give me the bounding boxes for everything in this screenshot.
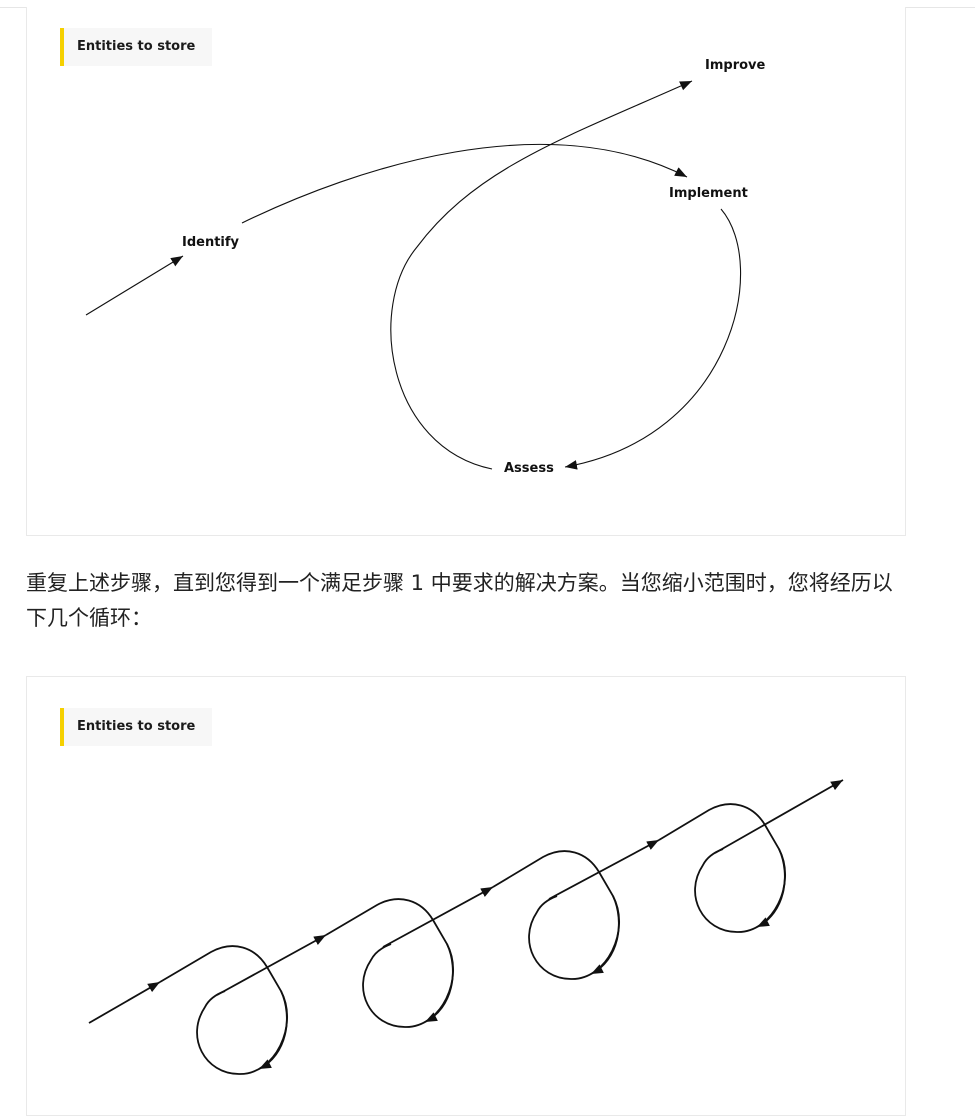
main-arrow-segment-1 bbox=[88, 981, 161, 1024]
loop-3-return bbox=[590, 895, 620, 975]
loop-4-return bbox=[756, 848, 786, 928]
loop-1-return bbox=[258, 990, 288, 1070]
main-arrow-segment-6 bbox=[492, 850, 620, 980]
arrow-implement-to-assess bbox=[564, 208, 742, 470]
label-implement: Implement bbox=[669, 186, 748, 201]
main-arrow-final bbox=[714, 779, 844, 854]
arrow-identify-to-implement bbox=[241, 144, 688, 224]
cycle-diagram: Improve Implement Identify Assess bbox=[85, 58, 766, 476]
diagram-tag: Entities to store bbox=[60, 708, 213, 746]
label-identify: Identify bbox=[182, 235, 240, 250]
diagram-tag: Entities to store bbox=[60, 28, 213, 66]
label-assess: Assess bbox=[504, 461, 554, 476]
arrow-start-to-identify bbox=[85, 255, 184, 316]
main-arrow-segment-5 bbox=[382, 886, 494, 948]
main-arrow-segment-7 bbox=[548, 839, 660, 900]
main-arrow-segment-3 bbox=[216, 934, 327, 996]
main-arrow-segment-2 bbox=[159, 945, 288, 1075]
body-paragraph: 重复上述步骤，直到您得到一个满足步骤 1 中要求的解决方案。当您缩小范围时，您将… bbox=[26, 571, 893, 630]
label-improve: Improve bbox=[705, 58, 766, 73]
arrow-assess-to-improve bbox=[390, 80, 693, 470]
diagram-card-repeated-cycles: Entities to store bbox=[26, 676, 906, 1116]
diagram-card-identify-implement-assess-improve: Improve Implement Identify Assess Entiti… bbox=[26, 7, 906, 536]
loop-2-return bbox=[424, 943, 454, 1023]
